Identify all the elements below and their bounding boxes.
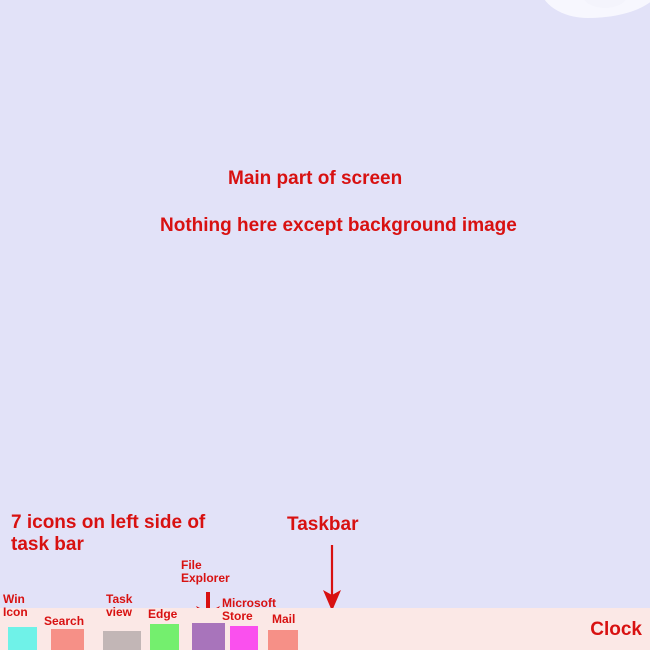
taskbar-clock-label[interactable]: Clock xyxy=(590,619,642,641)
taskbar-icon-mail[interactable] xyxy=(268,630,298,650)
taskbar-icon-label-microsoft-store: Microsoft Store xyxy=(222,596,276,623)
taskbar-callout-arrow-icon xyxy=(323,545,341,611)
desktop-screen: Main part of screen Nothing here except … xyxy=(0,0,650,650)
annotation-nothing-here: Nothing here except background image xyxy=(160,215,517,236)
background-image-wisp-secondary xyxy=(582,0,628,8)
taskbar[interactable]: Clock xyxy=(0,608,650,650)
taskbar-icon-search[interactable] xyxy=(51,629,84,650)
taskbar-icon-task-view[interactable] xyxy=(103,631,141,650)
taskbar-icon-microsoft-store[interactable] xyxy=(230,626,258,650)
taskbar-icon-label-edge: Edge xyxy=(148,607,178,621)
taskbar-icon-label-mail: Mail xyxy=(272,612,296,626)
annotation-main-part-of-screen: Main part of screen xyxy=(228,168,403,189)
background-image-wisp xyxy=(540,0,650,18)
taskbar-icon-label-win-icon: Win Icon xyxy=(3,592,28,619)
taskbar-icon-label-file-explorer: File Explorer xyxy=(181,558,230,585)
annotation-taskbar-callout: Taskbar xyxy=(287,514,359,535)
taskbar-icon-file-explorer[interactable] xyxy=(192,623,225,650)
taskbar-icon-label-task-view: Task view xyxy=(106,592,133,619)
taskbar-icon-edge[interactable] xyxy=(150,624,179,650)
taskbar-icon-win-icon[interactable] xyxy=(8,627,37,650)
taskbar-icon-label-search: Search xyxy=(44,614,85,628)
annotation-seven-icons-callout: 7 icons on left side of task bar xyxy=(11,512,206,556)
